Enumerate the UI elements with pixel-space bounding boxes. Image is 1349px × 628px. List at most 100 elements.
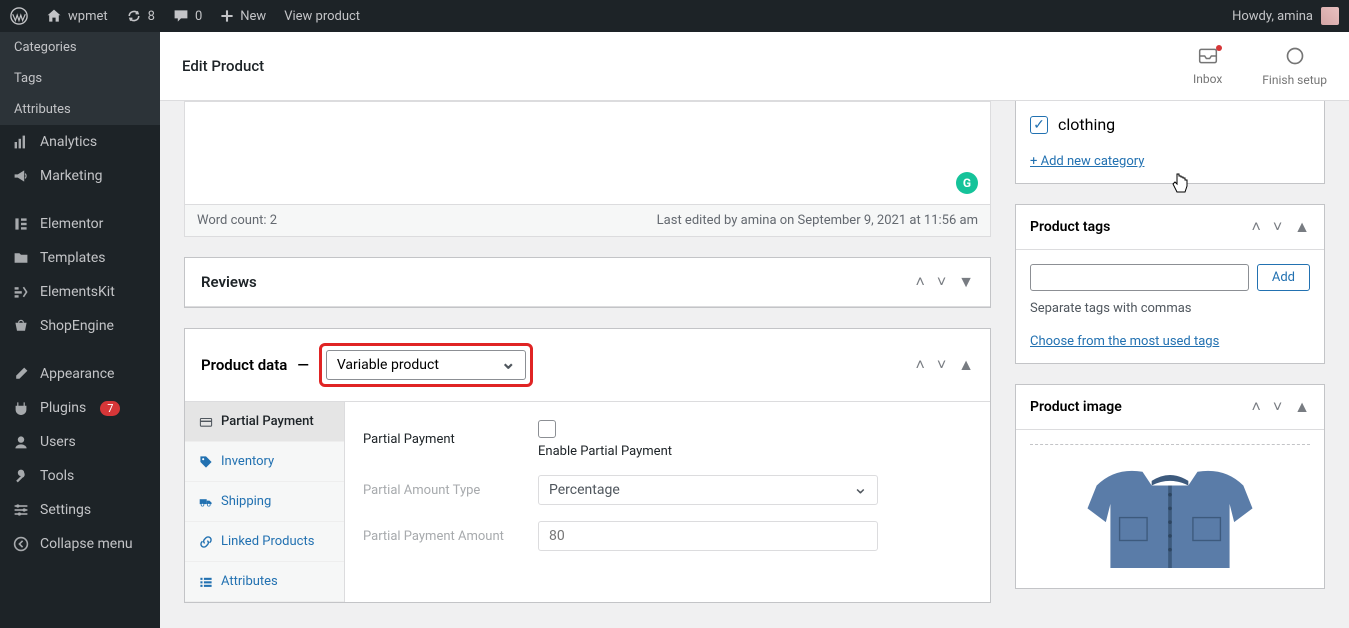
enable-partial-payment-checkbox[interactable] bbox=[538, 420, 556, 438]
collapse-icon bbox=[12, 535, 30, 553]
reviews-metabox: Reviews ˄ ˅ ▼ bbox=[184, 257, 991, 308]
view-product-label: View product bbox=[284, 9, 360, 24]
tab-shipping[interactable]: Shipping bbox=[185, 482, 344, 522]
inbox-label: Inbox bbox=[1193, 72, 1222, 86]
sidebar-item-users[interactable]: Users bbox=[0, 425, 160, 459]
partial-payment-label: Partial Payment bbox=[363, 432, 518, 447]
product-image-title: Product image bbox=[1030, 399, 1122, 415]
add-new-category-link[interactable]: + Add new category bbox=[1030, 154, 1144, 169]
categories-box-partial: ✓ clothing + Add new category bbox=[1015, 101, 1325, 184]
category-label: clothing bbox=[1058, 115, 1115, 134]
site-home-link[interactable]: wpmet bbox=[46, 8, 108, 24]
tab-partial-payment[interactable]: Partial Payment bbox=[185, 402, 344, 442]
finish-setup-button[interactable]: Finish setup bbox=[1262, 46, 1327, 87]
folder-icon bbox=[12, 249, 30, 267]
site-name: wpmet bbox=[68, 9, 108, 24]
cursor-pointer-icon bbox=[1171, 172, 1189, 198]
sidebar-sub-attributes[interactable]: Attributes bbox=[0, 94, 160, 125]
new-label: New bbox=[240, 9, 266, 24]
triangle-up-icon[interactable]: ▲ bbox=[958, 355, 974, 375]
chevron-down-icon[interactable]: ˅ bbox=[937, 272, 946, 292]
inbox-button[interactable]: Inbox bbox=[1193, 47, 1222, 86]
brush-icon bbox=[12, 365, 30, 383]
sidebar-item-settings[interactable]: Settings bbox=[0, 493, 160, 527]
chevron-down-icon[interactable]: ˅ bbox=[937, 355, 946, 375]
triangle-up-icon[interactable]: ▲ bbox=[1294, 397, 1310, 417]
wordpress-logo-icon[interactable] bbox=[10, 7, 28, 25]
sidebar-item-analytics[interactable]: Analytics bbox=[0, 125, 160, 159]
elementskit-icon bbox=[12, 283, 30, 301]
sidebar-item-marketing[interactable]: Marketing bbox=[0, 159, 160, 193]
chevron-up-icon[interactable]: ˄ bbox=[1251, 217, 1260, 237]
page-title: Edit Product bbox=[182, 57, 264, 75]
page-topbar: Edit Product Inbox Finish setup bbox=[160, 32, 1349, 101]
sidebar-item-tools[interactable]: Tools bbox=[0, 459, 160, 493]
tab-linked-products[interactable]: Linked Products bbox=[185, 522, 344, 562]
sidebar-item-shopengine[interactable]: ShopEngine bbox=[0, 309, 160, 343]
tag-input[interactable] bbox=[1030, 264, 1249, 291]
plugins-badge: 7 bbox=[100, 401, 120, 416]
tab-inventory[interactable]: Inventory bbox=[185, 442, 344, 482]
product-data-title: Product data bbox=[201, 356, 287, 374]
choose-tags-link[interactable]: Choose from the most used tags bbox=[1030, 334, 1219, 349]
megaphone-icon bbox=[12, 167, 30, 185]
view-product-link[interactable]: View product bbox=[284, 9, 360, 24]
sidebar-item-appearance[interactable]: Appearance bbox=[0, 357, 160, 391]
chevron-up-icon[interactable]: ˄ bbox=[915, 272, 924, 292]
denim-shirt-image bbox=[1050, 458, 1290, 568]
product-image-preview[interactable] bbox=[1030, 444, 1310, 574]
product-image-box: Product image ˄ ˅ ▲ bbox=[1015, 384, 1325, 589]
elementor-icon bbox=[12, 215, 30, 233]
sidebar-item-plugins[interactable]: Plugins7 bbox=[0, 391, 160, 425]
account-menu[interactable]: Howdy, amina bbox=[1232, 7, 1339, 25]
user-icon bbox=[12, 433, 30, 451]
triangle-up-icon[interactable]: ▲ bbox=[1294, 217, 1310, 237]
admin-bar: wpmet 8 0 New View product Howdy, amina bbox=[0, 0, 1349, 32]
sidebar-sub-tags[interactable]: Tags bbox=[0, 63, 160, 94]
tag-icon bbox=[199, 455, 213, 469]
comments-link[interactable]: 0 bbox=[173, 8, 202, 24]
comments-count: 0 bbox=[195, 9, 202, 24]
wrench-icon bbox=[12, 467, 30, 485]
grammarly-icon[interactable]: G bbox=[956, 172, 978, 194]
link-icon bbox=[199, 535, 213, 549]
product-tags-title: Product tags bbox=[1030, 219, 1110, 235]
inbox-icon bbox=[1198, 47, 1218, 68]
sidebar-item-elementskit[interactable]: ElementsKit bbox=[0, 275, 160, 309]
chevron-down-icon[interactable]: ˅ bbox=[1273, 397, 1282, 417]
card-icon bbox=[199, 415, 213, 429]
enable-partial-payment-text: Enable Partial Payment bbox=[538, 444, 672, 459]
sidebar-item-templates[interactable]: Templates bbox=[0, 241, 160, 275]
partial-payment-panel: Partial Payment Enable Partial Payment P… bbox=[345, 402, 990, 602]
add-tag-button[interactable]: Add bbox=[1257, 264, 1310, 291]
notification-dot bbox=[1216, 45, 1222, 51]
new-link[interactable]: New bbox=[220, 9, 266, 24]
partial-payment-amount-label: Partial Payment Amount bbox=[363, 529, 518, 544]
sidebar-sub-categories[interactable]: Categories bbox=[0, 32, 160, 63]
product-tags-box: Product tags ˄ ˅ ▲ Add Separate tags wit… bbox=[1015, 204, 1325, 364]
product-type-select[interactable]: Variable product bbox=[326, 350, 526, 380]
partial-amount-type-label: Partial Amount Type bbox=[363, 483, 518, 498]
analytics-icon bbox=[12, 133, 30, 151]
updates-count: 8 bbox=[148, 9, 155, 24]
updates-link[interactable]: 8 bbox=[126, 8, 155, 24]
avatar bbox=[1321, 7, 1339, 25]
product-data-tabs: Partial Payment Inventory Shipping Linke… bbox=[185, 402, 345, 602]
main-content: Edit Product Inbox Finish setup G bbox=[160, 32, 1349, 628]
sidebar-item-elementor[interactable]: Elementor bbox=[0, 207, 160, 241]
category-clothing[interactable]: ✓ clothing bbox=[1030, 109, 1310, 140]
content-editor[interactable]: G Word count: 2 Last edited by amina on … bbox=[184, 101, 991, 237]
circle-icon bbox=[1285, 46, 1305, 69]
chevron-up-icon[interactable]: ˄ bbox=[1251, 397, 1260, 417]
chevron-down-icon[interactable]: ˅ bbox=[1273, 217, 1282, 237]
chevron-up-icon[interactable]: ˄ bbox=[915, 355, 924, 375]
sidebar-item-collapse[interactable]: Collapse menu bbox=[0, 527, 160, 561]
partial-payment-amount-input[interactable] bbox=[538, 521, 878, 551]
tab-attributes[interactable]: Attributes bbox=[185, 562, 344, 602]
tags-hint: Separate tags with commas bbox=[1030, 301, 1310, 316]
sliders-icon bbox=[12, 501, 30, 519]
triangle-down-icon[interactable]: ▼ bbox=[958, 272, 974, 292]
reviews-title: Reviews bbox=[201, 273, 257, 291]
partial-amount-type-select[interactable]: Percentage bbox=[538, 475, 878, 505]
checkbox-checked-icon: ✓ bbox=[1030, 116, 1048, 134]
